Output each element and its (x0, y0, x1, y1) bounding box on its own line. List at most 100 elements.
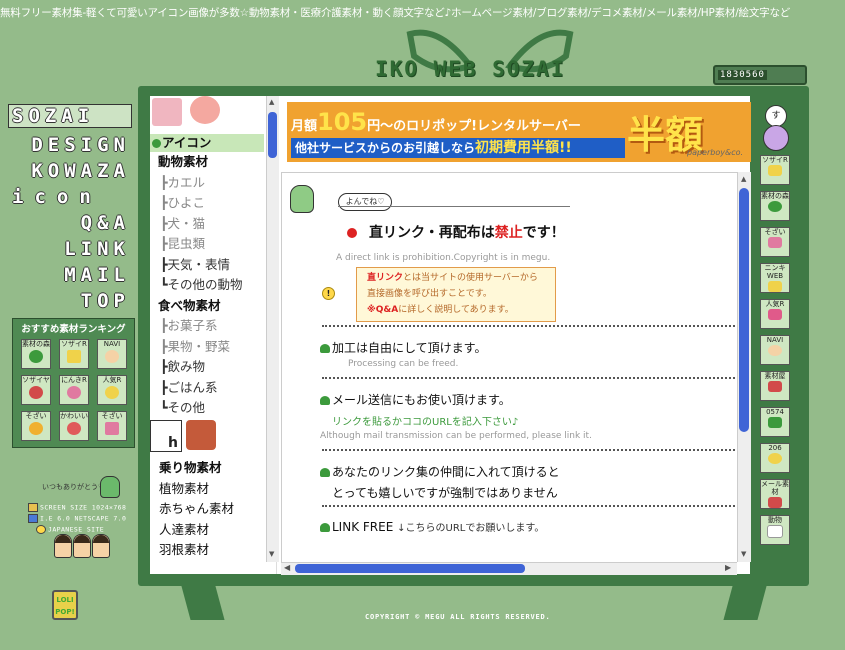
category-other-food[interactable]: ┗その他 (150, 398, 264, 419)
banner-highlight: 初期費用半額!! (475, 140, 572, 156)
category-chick[interactable]: ┣ひよこ (150, 193, 264, 214)
badge-label: にんきR (61, 376, 87, 384)
ranking-badge[interactable]: 素材の森 (21, 339, 51, 369)
badge-label: ソザイR (61, 340, 87, 348)
warning-red-text: 禁止 (494, 225, 523, 241)
leaf-icon (320, 344, 330, 353)
host-badge[interactable]: LOLI POP! (52, 590, 78, 620)
face-icon (105, 350, 119, 363)
nav-sozai[interactable]: SOZAI (8, 104, 132, 128)
mascot-icon[interactable]: す (760, 105, 790, 151)
notice-text: とは当サイトの使用サーバーから (403, 273, 538, 283)
leaf-icon (320, 468, 330, 477)
nav-design[interactable]: DESIGN (8, 132, 132, 158)
category-food[interactable]: 食べ物素材 (150, 296, 264, 317)
divider (338, 206, 570, 207)
ranking-badge[interactable]: そざい (97, 411, 127, 441)
badge-label: 人気R (765, 300, 785, 308)
thanks-text: いつもありがとう♡ (42, 483, 105, 491)
category-fruits[interactable]: ┣果物・野菜 (150, 337, 264, 358)
nav-qa[interactable]: Q&A (8, 210, 132, 236)
ad-banner[interactable]: 月額105円〜のロリポップ!レンタルサーバー 他社サービスからのお引越しなら初期… (287, 102, 751, 162)
link-badge[interactable]: 動物 (760, 515, 790, 545)
link-badge[interactable]: ソザイR (760, 155, 790, 185)
link-badge[interactable]: そざい (760, 227, 790, 257)
bee-icon (29, 422, 43, 435)
link-badge[interactable]: 素材屋 (760, 371, 790, 401)
category-vehicles[interactable]: 乗り物素材 (150, 458, 264, 479)
sidebar-scroll-thumb[interactable] (268, 112, 277, 158)
banner-text: 月額 (291, 119, 318, 134)
category-animals[interactable]: 動物素材 (150, 152, 264, 173)
category-sweets[interactable]: ┣お菓子系 (150, 316, 264, 337)
site-logo[interactable]: IKO WEB SOZAI (375, 57, 565, 81)
ranking-badge[interactable]: NAVI (97, 339, 127, 369)
tree-icon (768, 201, 782, 212)
frog-icon (100, 476, 120, 498)
category-plants[interactable]: 植物素材 (150, 479, 264, 500)
ranking-badge[interactable]: ソザイヤ (21, 375, 51, 405)
link-badge[interactable]: 0574 (760, 407, 790, 437)
ranking-badge[interactable]: ソザイR (59, 339, 89, 369)
category-baby[interactable]: 赤ちゃん素材 (150, 499, 264, 520)
link-badge[interactable]: 206 (760, 443, 790, 473)
scroll-up-arrow-icon[interactable]: ▲ (269, 98, 274, 106)
category-drinks[interactable]: ┣飲み物 (150, 357, 264, 378)
scroll-left-arrow-icon[interactable]: ◀ (284, 563, 290, 572)
link-badge[interactable]: メール素材 (760, 479, 790, 509)
nav-mail[interactable]: MAIL (8, 262, 132, 288)
link-badge[interactable]: NAVI (760, 335, 790, 365)
category-feathers[interactable]: 羽根素材 (150, 540, 264, 561)
rule-english: Processing can be freed. (348, 359, 459, 369)
content-scrollbar-horizontal[interactable]: ◀ ▶ (281, 562, 737, 575)
leaf-icon (320, 396, 330, 405)
language-info: JAPANESE SITE (36, 525, 104, 534)
link-badge[interactable]: 素材の森 (760, 191, 790, 221)
category-other-animals[interactable]: ┗その他の動物 (150, 275, 264, 296)
category-people[interactable]: 人達素材 (150, 520, 264, 541)
ranking-badge[interactable]: かわいい (59, 411, 89, 441)
category-frog[interactable]: ┣カエル (150, 173, 264, 194)
category-weather[interactable]: ┣天気・表情 (150, 255, 264, 276)
content-scrollbar-vertical[interactable]: ▲ ▼ (737, 172, 751, 562)
nav-link[interactable]: LINK (8, 236, 132, 262)
scroll-right-arrow-icon[interactable]: ▶ (725, 563, 731, 572)
pig-icon (152, 98, 182, 126)
scroll-down-arrow-icon[interactable]: ▼ (269, 550, 274, 558)
banner-brand: paperboy&co. (687, 148, 744, 157)
scroll-down-arrow-icon[interactable]: ▼ (741, 550, 746, 558)
category-rice[interactable]: ┣ごはん系 (150, 378, 264, 399)
browser-info: I.E 6.0 NETSCAPE 7.0 (28, 514, 126, 523)
heart-icon (67, 386, 81, 399)
nav-top[interactable]: TOP (8, 288, 132, 314)
browser-icon (28, 514, 38, 523)
ranking-badge[interactable]: にんきR (59, 375, 89, 405)
people-icon (54, 534, 111, 558)
site-description: 無料フリー素材集-軽くて可愛いアイコン画像が多数☆動物素材・医療介護素材・動く顔… (0, 7, 791, 19)
notice-red[interactable]: ※Q&A (367, 305, 398, 315)
ranking-title: おすすめ素材ランキング (21, 324, 126, 335)
leaf-icon (768, 417, 782, 428)
copyright-text: COPYRIGHT © MEGU ALL RIGHTS RESERVED. (365, 613, 551, 621)
category-dog-cat[interactable]: ┣犬・猫 (150, 214, 264, 235)
scroll-up-arrow-icon[interactable]: ▲ (741, 175, 746, 183)
ranking-badge[interactable]: そざい (21, 411, 51, 441)
badge-label: 動物 (768, 516, 782, 524)
rule-item-link-free: LINK FREE ↓こちらのURLでお願いします。 (320, 519, 544, 534)
link-badge[interactable]: 人気R (760, 299, 790, 329)
nav-kowaza[interactable]: KOWAZA (8, 158, 132, 184)
link-badge[interactable]: ニンキWEB (760, 263, 790, 293)
ranking-badge[interactable]: 人気R (97, 375, 127, 405)
horizontal-scroll-thumb[interactable] (295, 564, 525, 573)
main-content: よんでね♡ 直リンク・再配布は禁止です！ A direct link is pr… (281, 172, 742, 563)
category-insects[interactable]: ┣昆虫類 (150, 234, 264, 255)
category-icon[interactable]: アイコン (150, 134, 264, 152)
nav-icon[interactable]: icon (8, 184, 132, 210)
h-logo-icon (150, 420, 182, 452)
warning-title: 直リンク・再配布は禁止です！ (347, 222, 565, 242)
badge-label: ソザイヤ (22, 376, 50, 384)
badge-label: ソザイR (762, 156, 788, 164)
sidebar-scrollbar[interactable]: ▲ ▼ (266, 96, 279, 562)
heart-icon (768, 309, 782, 320)
content-scroll-thumb[interactable] (739, 188, 749, 432)
